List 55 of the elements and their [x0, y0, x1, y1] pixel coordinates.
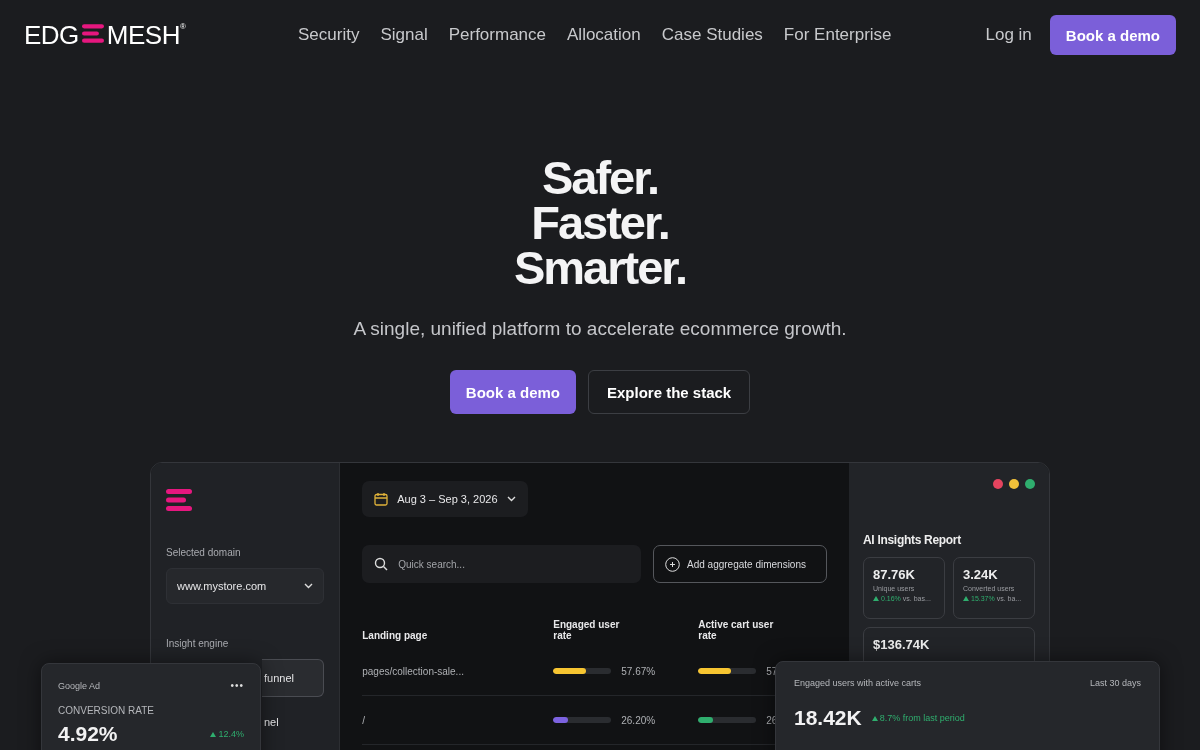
metric-value: $136.74K [873, 637, 931, 652]
up-triangle-icon [873, 596, 879, 601]
sidebar-item[interactable]: funnel [262, 659, 325, 697]
login-link[interactable]: Log in [985, 25, 1032, 45]
logo-text[interactable]: MESH [106, 19, 180, 51]
percent-text: 57.67% [621, 665, 656, 677]
chevron-down-icon [304, 583, 314, 589]
logo-text[interactable]: EDG [24, 19, 79, 51]
hero-subtitle: A single, unified platform to accelerate ecommerce growth. [353, 318, 847, 340]
sidebar-item[interactable]: nel [262, 703, 325, 741]
metric-value: 87.76K [873, 567, 916, 582]
metric-delta: 8.7% from last period [871, 713, 965, 723]
nav-link[interactable]: Security [298, 25, 360, 45]
more-menu-button[interactable]: ••• [230, 680, 244, 691]
panel-title: AI Insights Report [863, 533, 962, 547]
metric-delta: 12.4% [210, 729, 244, 739]
registered-mark: ® [179, 21, 186, 31]
field-label: Selected domain [166, 547, 242, 558]
metric-value: 18.42K [794, 706, 862, 730]
plus-circle-icon [665, 556, 680, 572]
search-icon [374, 557, 389, 571]
chevron-down-icon [506, 496, 516, 502]
metric-value: 4.92% [58, 722, 118, 746]
period-text: Last 30 days [1089, 678, 1141, 688]
card-source: Google Ad [58, 680, 101, 691]
table-cell: pages/collection-sale... [362, 647, 554, 696]
book-demo-button[interactable]: Book a demo [449, 370, 576, 414]
column-header: Engaged user rate [553, 619, 621, 643]
column-header: Active cart user rate [698, 619, 775, 643]
nav-link[interactable]: Signal [380, 25, 428, 45]
metric-value: 3.24K [963, 567, 999, 582]
nav-link[interactable]: For Enterprise [783, 25, 892, 45]
column-header: Landing page [362, 630, 429, 643]
field-label: Insight engine [166, 638, 230, 649]
date-range-button[interactable]: Aug 3 – Sep 3, 2026 [362, 481, 528, 517]
metric-label: CONVERSION RATE [58, 705, 155, 716]
nav-link[interactable]: Performance [448, 25, 546, 45]
search-field[interactable]: Quick search... [362, 545, 641, 583]
nav-link[interactable]: Allocation [567, 25, 641, 45]
domain-select[interactable]: www.mystore.com [166, 568, 325, 604]
book-demo-button[interactable]: Book a demo [1049, 15, 1176, 55]
table-cell: / [362, 696, 554, 745]
calendar-icon [374, 492, 389, 506]
window-dots-icon [993, 479, 1035, 489]
hero-headline: Safer. Faster. Smarter. [513, 155, 687, 290]
three-bars-icon [166, 489, 192, 511]
card-title: Engaged users with active carts [794, 678, 922, 688]
add-dimensions-button[interactable]: Add aggregate dimensions [653, 545, 827, 583]
nav-link[interactable]: Case Studies [661, 25, 763, 45]
explore-button[interactable]: Explore the stack [588, 370, 751, 414]
three-bars-icon [81, 23, 104, 43]
up-triangle-icon [871, 716, 878, 721]
percent-text: 26.20% [621, 714, 656, 726]
up-triangle-icon [210, 732, 217, 737]
up-triangle-icon [963, 596, 969, 601]
